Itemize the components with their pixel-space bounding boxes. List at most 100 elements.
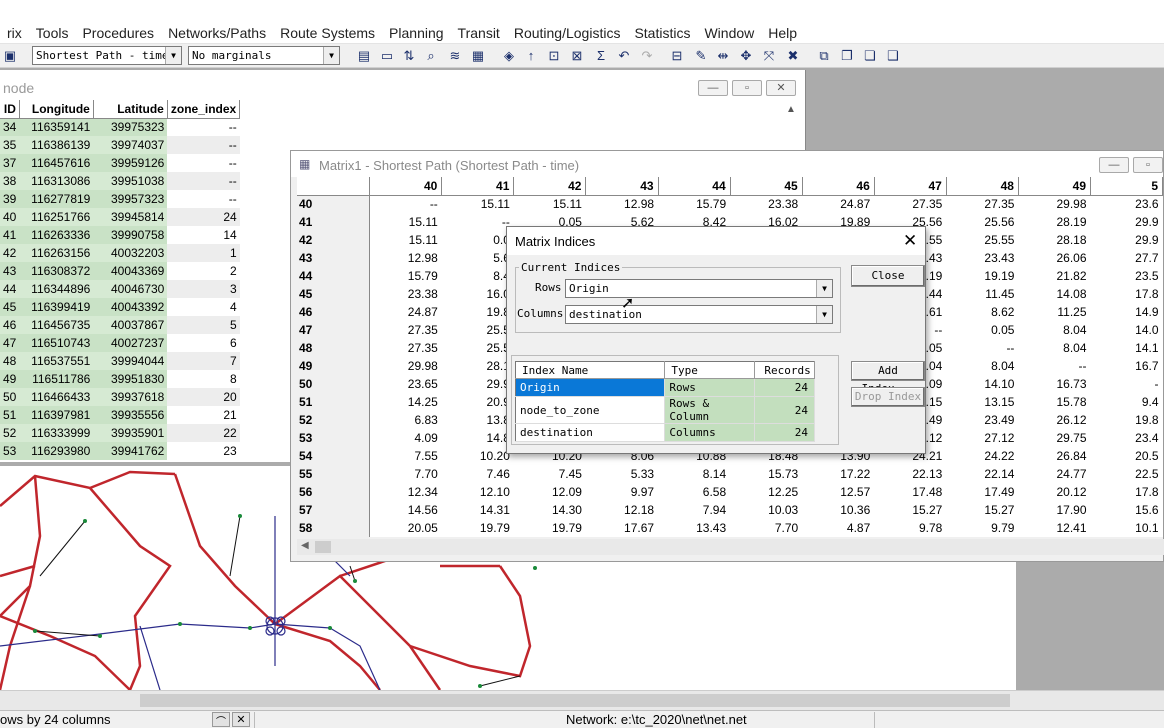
table-cell[interactable]: 23 xyxy=(167,442,240,460)
matrix-cell[interactable]: 23.6 xyxy=(1091,195,1163,213)
table-cell[interactable]: 40032203 xyxy=(93,244,168,262)
table-cell[interactable]: 116456735 xyxy=(19,316,94,334)
matrix-cell[interactable]: 13.43 xyxy=(658,519,730,537)
matrix-cell[interactable]: 14.10 xyxy=(946,375,1018,393)
matrix-cell[interactable]: 15.73 xyxy=(730,465,802,483)
matrix-cell[interactable]: 23.4 xyxy=(1091,429,1163,447)
table-cell[interactable]: 50 xyxy=(0,388,20,406)
close-button[interactable]: Close xyxy=(851,265,925,287)
matrix-cell[interactable]: 10.1 xyxy=(1091,519,1163,537)
matrix-cell[interactable]: 7.70 xyxy=(730,519,802,537)
table-cell[interactable]: 39 xyxy=(0,190,20,208)
merge-icon[interactable]: ✥ xyxy=(737,47,755,65)
matrix-cell[interactable]: 4.87 xyxy=(802,519,874,537)
matrix-cell[interactable]: 27.7 xyxy=(1091,249,1163,267)
matrix-cell[interactable]: 14.30 xyxy=(514,501,586,519)
matrix-cell[interactable]: 21.82 xyxy=(1018,267,1090,285)
matrix-cell[interactable]: 8.14 xyxy=(658,465,730,483)
table-cell[interactable]: 40046730 xyxy=(93,280,168,298)
table-cell[interactable]: 39959126 xyxy=(93,154,168,172)
sum-icon[interactable]: Σ xyxy=(592,47,610,65)
table-cell[interactable]: 116277819 xyxy=(19,190,94,208)
table-icon[interactable]: ▤ xyxy=(355,47,373,65)
matrix-cell[interactable]: 8.04 xyxy=(1018,321,1090,339)
matrix-col-header[interactable]: 43 xyxy=(585,177,659,196)
matrix-row-header[interactable]: 57 xyxy=(297,501,371,519)
table-cell[interactable]: 40043392 xyxy=(93,298,168,316)
index-row[interactable]: Origin Rows 24 xyxy=(515,378,815,397)
matrix-cell[interactable]: 24.22 xyxy=(946,447,1018,465)
up-arrow-icon[interactable]: ↑ xyxy=(522,47,540,65)
table-row[interactable]: 40 116251766 39945814 24 xyxy=(0,208,240,226)
matrix-cell[interactable]: 12.18 xyxy=(586,501,658,519)
table-row[interactable]: 34 116359141 39975323 -- xyxy=(0,118,240,136)
table-row[interactable]: 38 116313086 39951038 -- xyxy=(0,172,240,190)
matrix-cell[interactable]: 20.9 xyxy=(442,393,514,411)
matrix-cell[interactable]: 19.8 xyxy=(1091,411,1163,429)
matrix-cell[interactable]: 22.5 xyxy=(1091,465,1163,483)
matrix-cell[interactable]: 17.49 xyxy=(946,483,1018,501)
add-index-button[interactable]: Add Index... xyxy=(851,361,925,395)
matrix-cell[interactable]: 17.48 xyxy=(874,483,946,501)
layers-icon[interactable]: ≋ xyxy=(446,47,464,65)
table-cell[interactable]: 5 xyxy=(167,316,240,334)
matrix-cell[interactable]: 14.25 xyxy=(370,393,442,411)
undo-icon[interactable]: ↶ xyxy=(615,47,633,65)
window-cascade-icon[interactable]: ❐ xyxy=(838,47,856,65)
matrix-cell[interactable]: 7.45 xyxy=(514,465,586,483)
matrix-cell[interactable]: 11.25 xyxy=(1018,303,1090,321)
matrix-cell[interactable]: 15.27 xyxy=(874,501,946,519)
window-arrange-icon[interactable]: ❑ xyxy=(884,47,902,65)
table-row[interactable]: 42 116263156 40032203 1 xyxy=(0,244,240,262)
table-cell[interactable]: 40043369 xyxy=(93,262,168,280)
table-cell[interactable]: 116293980 xyxy=(19,442,94,460)
dialog-close-icon[interactable]: ✕ xyxy=(903,231,917,251)
table-cell[interactable]: 45 xyxy=(0,298,20,316)
scrollbar-thumb[interactable] xyxy=(315,541,331,553)
table-cell[interactable]: 116386139 xyxy=(19,136,94,154)
matrix-cell[interactable]: 17.90 xyxy=(1018,501,1090,519)
table-row[interactable]: 52 116333999 39935901 22 xyxy=(0,424,240,442)
matrix-cell[interactable]: 12.09 xyxy=(514,483,586,501)
table-row[interactable]: 51 116397981 39935556 21 xyxy=(0,406,240,424)
matrix-tool-icon[interactable]: ▣ xyxy=(1,47,19,65)
matrix-cell[interactable]: 27.35 xyxy=(874,195,946,213)
table-cell[interactable]: 116308372 xyxy=(19,262,94,280)
matrix-cell[interactable]: 23.38 xyxy=(730,195,802,213)
matrix-cell[interactable]: 22.13 xyxy=(874,465,946,483)
matrix-cell[interactable]: 19.8 xyxy=(442,303,514,321)
table-cell[interactable]: 38 xyxy=(0,172,20,190)
matrix-cell[interactable]: 29.98 xyxy=(1018,195,1090,213)
table-cell[interactable]: 116263156 xyxy=(19,244,94,262)
table-cell[interactable]: 116251766 xyxy=(19,208,94,226)
index-cell[interactable]: Origin xyxy=(515,378,666,397)
matrix-cell[interactable]: 17.8 xyxy=(1091,483,1163,501)
table-cell[interactable]: 116466433 xyxy=(19,388,94,406)
table-cell[interactable]: 116333999 xyxy=(19,424,94,442)
matrix-col-header[interactable]: 5 xyxy=(1090,177,1163,196)
table-cell[interactable]: 116397981 xyxy=(19,406,94,424)
table-cell[interactable]: 22 xyxy=(167,424,240,442)
table-cell[interactable]: -- xyxy=(167,190,240,208)
table-cell[interactable]: 24 xyxy=(167,208,240,226)
matrix-cell[interactable]: 24.87 xyxy=(802,195,874,213)
matrix-cell[interactable]: -- xyxy=(946,339,1018,357)
table-cell[interactable]: 8 xyxy=(167,370,240,388)
matrix-cell[interactable]: 15.27 xyxy=(946,501,1018,519)
matrix-cell[interactable]: 16.0 xyxy=(442,285,514,303)
matrix-row-header[interactable]: 45 xyxy=(297,285,371,303)
table-row[interactable]: 47 116510743 40027237 6 xyxy=(0,334,240,352)
matrix-cell[interactable]: 9.78 xyxy=(874,519,946,537)
swap-icon[interactable]: ⇹ xyxy=(714,47,732,65)
table-cell[interactable]: 2 xyxy=(167,262,240,280)
table-cell[interactable]: -- xyxy=(167,118,240,136)
table-cell[interactable]: 39937618 xyxy=(93,388,168,406)
table-cell[interactable]: 34 xyxy=(0,118,20,136)
matrix-minimize-button[interactable]: — xyxy=(1099,157,1129,173)
matrix-cell[interactable]: 8.4 xyxy=(442,267,514,285)
matrix-cell[interactable]: 9.79 xyxy=(946,519,1018,537)
table-cell[interactable]: 53 xyxy=(0,442,20,460)
find-icon[interactable]: ⌕ xyxy=(422,47,440,65)
matrix-col-header[interactable]: 47 xyxy=(874,177,947,196)
matrix-cell[interactable]: 9.97 xyxy=(586,483,658,501)
